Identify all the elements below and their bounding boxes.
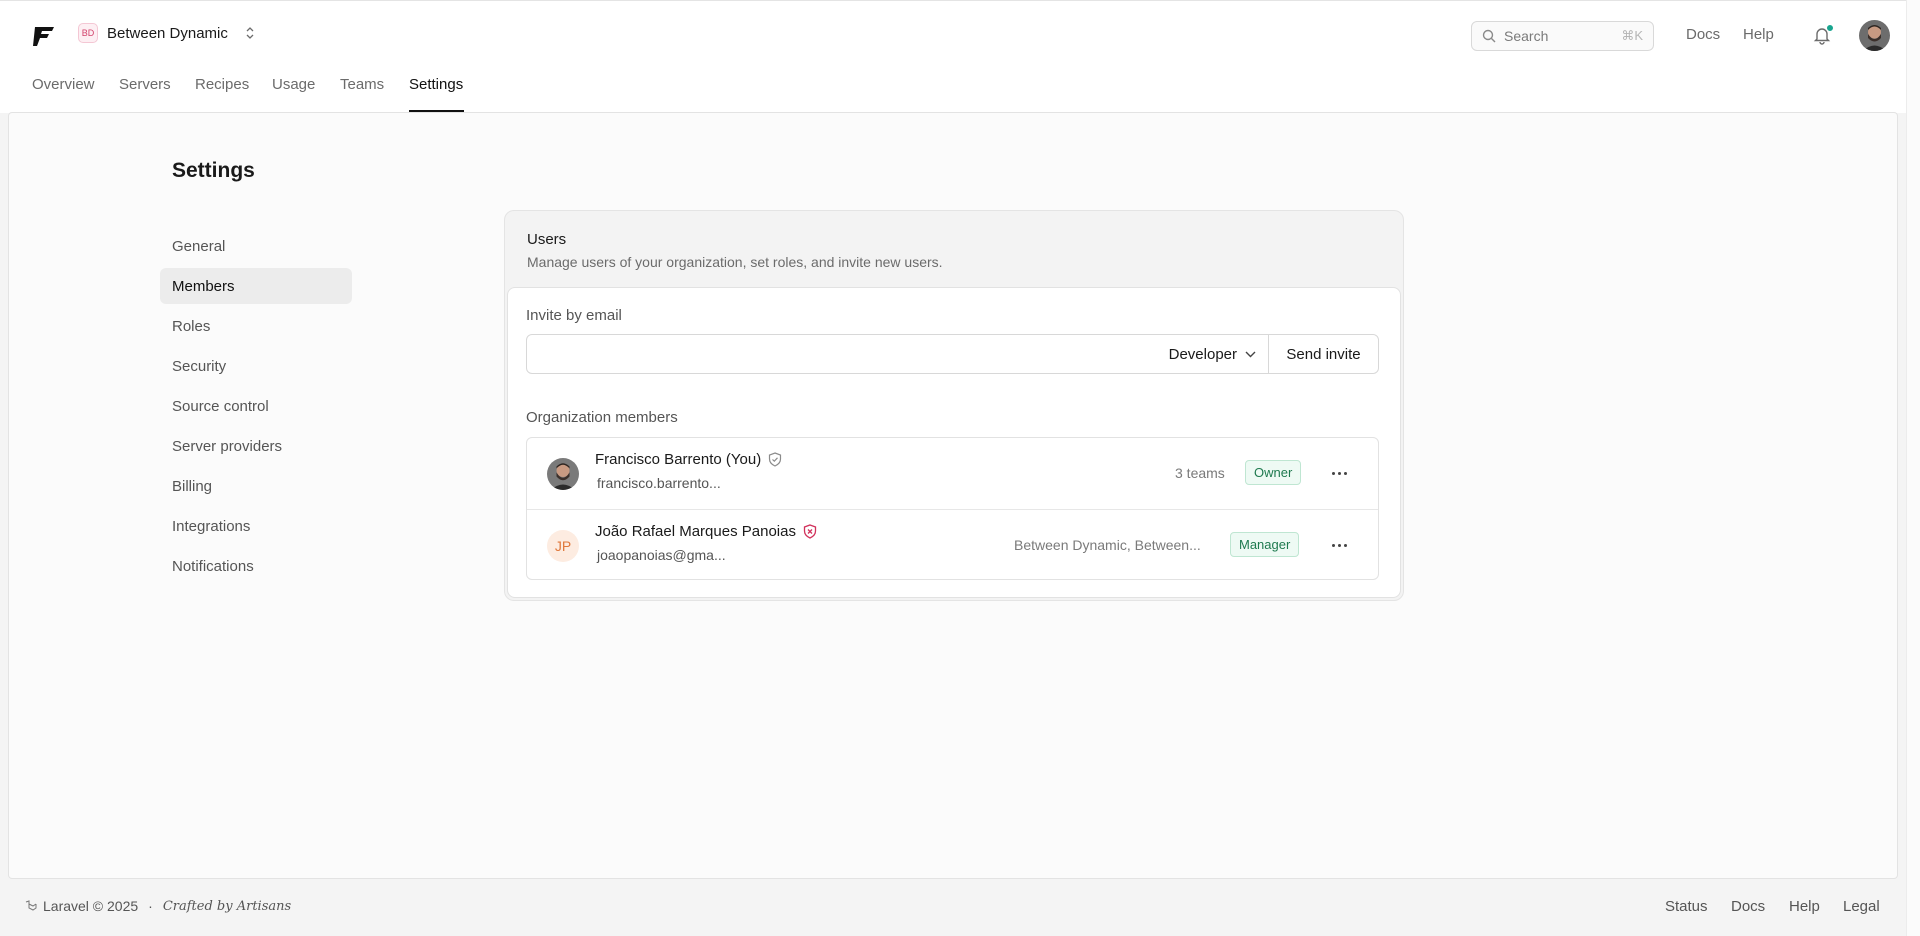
org-switcher[interactable]: BD Between Dynamic <box>78 23 255 43</box>
page-title: Settings <box>172 159 255 182</box>
member-name-text: Francisco Barrento (You) <box>595 451 762 468</box>
sidebar-item-label: Notifications <box>172 557 254 575</box>
sidebar-item-integrations[interactable]: Integrations <box>160 508 352 544</box>
shield-x-icon <box>803 524 817 539</box>
footer-legal-link[interactable]: Legal <box>1843 898 1880 915</box>
member-teams: 3 teams <box>1175 465 1225 481</box>
tab-settings[interactable]: Settings <box>409 76 463 93</box>
footer-separator: · <box>148 898 153 914</box>
avatar <box>547 458 579 490</box>
users-card-body: Invite by email Developer Send invite Or… <box>507 287 1401 598</box>
member-name-text: João Rafael Marques Panoias <box>595 523 796 540</box>
users-card: Users Manage users of your organization,… <box>504 210 1404 601</box>
chevron-down-icon <box>1245 351 1256 357</box>
footer-brand: Laravel © 2025 · Crafted by Artisans <box>25 898 291 914</box>
tab-usage[interactable]: Usage <box>272 76 315 93</box>
footer-help-link[interactable]: Help <box>1789 898 1820 915</box>
chevron-up-down-icon <box>245 26 255 40</box>
member-email: joaopanoias@gma... <box>597 547 726 563</box>
search-placeholder: Search <box>1504 28 1549 44</box>
role-select[interactable]: Developer <box>1157 335 1268 373</box>
main-nav: Overview Servers Recipes Usage Teams Set… <box>0 68 1906 113</box>
invite-row: Developer Send invite <box>526 334 1379 374</box>
more-options-icon[interactable] <box>1327 461 1351 485</box>
footer-tagline: Crafted by Artisans <box>162 898 292 914</box>
scrollbar[interactable] <box>1906 0 1920 936</box>
header-docs-link[interactable]: Docs <box>1686 26 1720 43</box>
sidebar-item-label: Billing <box>172 477 213 495</box>
members-label: Organization members <box>526 409 678 426</box>
user-avatar[interactable] <box>1859 20 1890 51</box>
tab-servers[interactable]: Servers <box>119 76 171 93</box>
org-name: Between Dynamic <box>107 24 228 42</box>
tab-teams[interactable]: Teams <box>340 76 384 93</box>
users-description: Manage users of your organization, set r… <box>527 254 943 270</box>
sidebar-item-source-control[interactable]: Source control <box>160 388 352 424</box>
main-content: Settings General Members Roles Security … <box>8 112 1898 879</box>
avatar: JP <box>547 530 579 562</box>
sidebar-item-label: Security <box>172 357 227 375</box>
invite-email-input[interactable] <box>527 335 1157 373</box>
top-header: BD Between Dynamic Search ⌘K Docs Help <box>0 0 1906 68</box>
tab-overview[interactable]: Overview <box>32 76 95 93</box>
tab-recipes[interactable]: Recipes <box>195 76 249 93</box>
footer-status-link[interactable]: Status <box>1665 898 1708 915</box>
member-name: Francisco Barrento (You) <box>595 451 782 468</box>
search-icon <box>1482 29 1496 43</box>
search-input[interactable]: Search ⌘K <box>1471 21 1654 51</box>
role-badge: Manager <box>1230 532 1300 557</box>
member-teams: Between Dynamic, Between... <box>1014 537 1201 553</box>
notification-dot <box>1826 24 1834 32</box>
sidebar-item-general[interactable]: General <box>160 228 352 264</box>
sidebar-item-label: Members <box>172 277 235 295</box>
sidebar-item-billing[interactable]: Billing <box>160 468 352 504</box>
users-title: Users <box>527 231 567 248</box>
sidebar-item-label: Server providers <box>172 437 283 455</box>
members-list: Francisco Barrento (You) francisco.barre… <box>526 437 1379 580</box>
more-options-icon[interactable] <box>1327 533 1351 557</box>
sidebar-item-label: General <box>172 237 226 255</box>
forge-logo-icon[interactable] <box>32 25 56 47</box>
sidebar-item-notifications[interactable]: Notifications <box>160 548 352 584</box>
shield-check-icon <box>769 452 782 467</box>
sidebar-item-label: Roles <box>172 317 211 335</box>
footer-docs-link[interactable]: Docs <box>1731 898 1765 915</box>
sidebar-item-members[interactable]: Members <box>160 268 352 304</box>
header-help-link[interactable]: Help <box>1743 26 1774 43</box>
member-email: francisco.barrento... <box>597 475 721 491</box>
sidebar-item-label: Source control <box>172 397 269 415</box>
sidebar-item-label: Integrations <box>172 517 251 535</box>
role-badge: Owner <box>1245 460 1302 485</box>
role-select-value: Developer <box>1168 345 1237 363</box>
sidebar-item-security[interactable]: Security <box>160 348 352 384</box>
send-invite-button[interactable]: Send invite <box>1268 335 1378 373</box>
laravel-logo-icon <box>25 900 37 911</box>
search-shortcut: ⌘K <box>1621 28 1643 43</box>
invite-label: Invite by email <box>526 307 622 324</box>
sidebar-item-roles[interactable]: Roles <box>160 308 352 344</box>
list-item: JP João Rafael Marques Panoias joaopanoi… <box>527 509 1378 580</box>
org-badge: BD <box>78 23 98 43</box>
list-item: Francisco Barrento (You) francisco.barre… <box>527 438 1378 509</box>
sidebar-item-server-providers[interactable]: Server providers <box>160 428 352 464</box>
footer-copyright: Laravel © 2025 <box>43 898 139 914</box>
member-name: João Rafael Marques Panoias <box>595 523 817 540</box>
